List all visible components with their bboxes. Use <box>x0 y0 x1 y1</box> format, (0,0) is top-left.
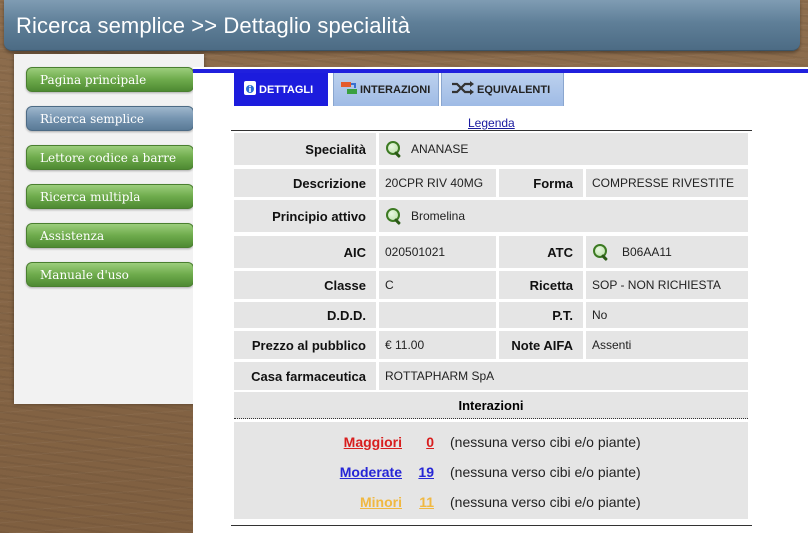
aic-label: AIC <box>234 236 376 268</box>
principio-text: Bromelina <box>411 209 466 223</box>
main-content: DETTAGLI INTERAZIONI EQUIVALENTI Legenda… <box>193 67 808 533</box>
minori-link[interactable]: Minori <box>360 494 402 510</box>
sidebar-item-pagina-principale[interactable]: Pagina principale <box>26 67 194 92</box>
casa-value: ROTTAPHARM SpA <box>379 362 748 390</box>
interazioni-title: Interazioni <box>234 392 748 419</box>
ricetta-value: SOP - NON RICHIESTA <box>586 271 748 299</box>
classe-label: Classe <box>234 271 376 299</box>
classe-value: C <box>379 271 496 299</box>
interazione-row-maggiori: Maggiori 0 (nessuna verso cibi e/o piant… <box>234 432 748 454</box>
maggiori-count[interactable]: 0 <box>410 434 434 450</box>
tab-interazioni-label: INTERAZIONI <box>360 83 431 96</box>
search-icon[interactable] <box>385 207 403 226</box>
descrizione-label: Descrizione <box>234 169 376 197</box>
sidebar-item-assistenza[interactable]: Assistenza <box>26 223 194 248</box>
specialita-value: ANANASE <box>379 133 748 165</box>
principio-label: Principio attivo <box>234 200 376 232</box>
principio-value: Bromelina <box>379 200 748 232</box>
forma-label: Forma <box>499 169 583 197</box>
page-title: Ricerca semplice >> Dettaglio specialità <box>16 13 411 38</box>
shuffle-icon <box>451 81 475 98</box>
bottom-divider <box>231 525 752 526</box>
page-header: Ricerca semplice >> Dettaglio specialità <box>4 0 800 51</box>
maggiori-note: (nessuna verso cibi e/o piante) <box>450 434 641 450</box>
tab-dettagli-label: DETTAGLI <box>259 83 314 96</box>
ricetta-label: Ricetta <box>499 271 583 299</box>
moderate-link[interactable]: Moderate <box>340 464 402 480</box>
minori-note: (nessuna verso cibi e/o piante) <box>450 494 641 510</box>
interazione-row-minori: Minori 11 (nessuna verso cibi e/o piante… <box>234 492 748 514</box>
atc-value: B06AA11 <box>586 236 748 268</box>
interazioni-box: Maggiori 0 (nessuna verso cibi e/o piant… <box>234 422 748 519</box>
search-icon[interactable] <box>385 140 403 159</box>
note-aifa-label: Note AIFA <box>499 331 583 359</box>
tab-equivalenti[interactable]: EQUIVALENTI <box>441 73 564 106</box>
moderate-count[interactable]: 19 <box>410 464 434 480</box>
divider <box>231 130 752 131</box>
tab-equivalenti-label: EQUIVALENTI <box>477 83 551 96</box>
sidebar: Pagina principale Ricerca semplice Letto… <box>14 54 204 404</box>
pt-value: No <box>586 302 748 328</box>
sidebar-item-ricerca-multipla[interactable]: Ricerca multipla <box>26 184 194 209</box>
ddd-value <box>379 302 496 328</box>
descrizione-value: 20CPR RIV 40MG <box>379 169 496 197</box>
atc-text: B06AA11 <box>622 245 672 259</box>
tab-dettagli[interactable]: DETTAGLI <box>234 73 328 106</box>
interazione-row-moderate: Moderate 19 (nessuna verso cibi e/o pian… <box>234 462 748 484</box>
legenda-link[interactable]: Legenda <box>468 116 515 130</box>
ddd-label: D.D.D. <box>234 302 376 328</box>
sidebar-item-lettore-codice[interactable]: Lettore codice a barre <box>26 145 194 170</box>
maggiori-link[interactable]: Maggiori <box>344 434 402 450</box>
search-icon[interactable] <box>592 243 610 262</box>
info-icon <box>243 80 257 99</box>
moderate-note: (nessuna verso cibi e/o piante) <box>450 464 641 480</box>
atc-label: ATC <box>499 236 583 268</box>
forma-value: COMPRESSE RIVESTITE <box>586 169 748 197</box>
prezzo-label: Prezzo al pubblico <box>234 331 376 359</box>
pt-label: P.T. <box>499 302 583 328</box>
sidebar-item-manuale[interactable]: Manuale d'uso <box>26 262 194 287</box>
prezzo-value: € 11.00 <box>379 331 496 359</box>
note-aifa-value: Assenti <box>586 331 748 359</box>
casa-label: Casa farmaceutica <box>234 362 376 390</box>
sidebar-item-ricerca-semplice[interactable]: Ricerca semplice <box>26 106 194 131</box>
tab-interazioni[interactable]: INTERAZIONI <box>333 73 439 106</box>
minori-count[interactable]: 11 <box>410 494 434 510</box>
aic-value: 020501021 <box>379 236 496 268</box>
specialita-label: Specialità <box>234 133 376 165</box>
interactions-icon <box>340 80 358 99</box>
specialita-text: ANANASE <box>411 142 469 156</box>
